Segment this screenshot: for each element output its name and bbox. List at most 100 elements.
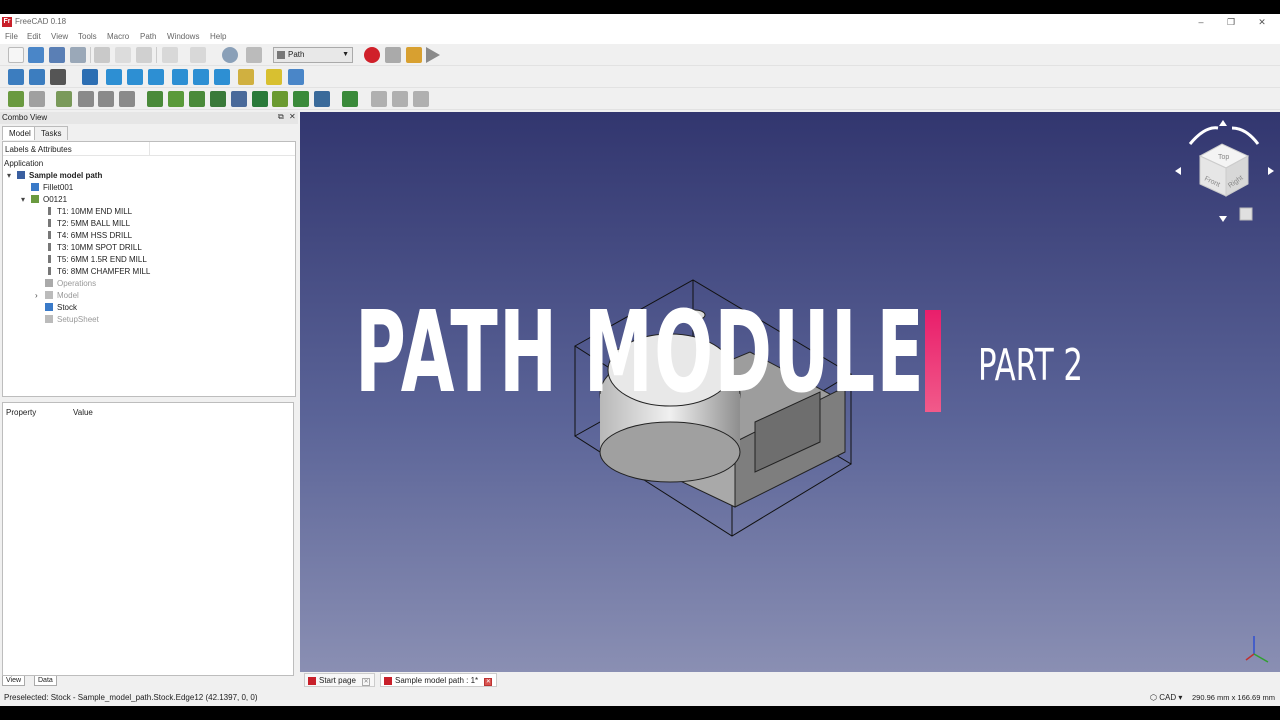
view-right-icon[interactable]: [148, 69, 164, 85]
run-macro-icon[interactable]: [426, 47, 440, 63]
menu-tools[interactable]: Tools: [78, 32, 97, 41]
view-bottom-icon[interactable]: [193, 69, 209, 85]
tree-item[interactable]: Model: [45, 290, 79, 302]
helix-icon[interactable]: [210, 91, 226, 107]
tool-icon: [48, 207, 51, 215]
combo-tabs: Model Tasks: [0, 126, 298, 140]
tree-item[interactable]: O0121: [31, 194, 67, 206]
tab-tasks[interactable]: Tasks: [34, 126, 69, 140]
close-tab-icon[interactable]: ✕: [362, 678, 371, 686]
tree-item[interactable]: T6: 8MM CHAMFER MILL: [45, 266, 150, 278]
measure-distance-icon[interactable]: [238, 69, 254, 85]
navigation-cube[interactable]: Top Front Right: [1170, 116, 1280, 226]
save-icon[interactable]: [49, 47, 65, 63]
fit-all-icon[interactable]: [8, 69, 24, 85]
navigation-style-button[interactable]: ⬡ CAD ▾: [1150, 693, 1182, 702]
tool-bit-icon[interactable]: [98, 91, 114, 107]
job-icon[interactable]: [8, 91, 24, 107]
overlay-subtitle: PART 2: [978, 340, 1084, 391]
open-icon[interactable]: [28, 47, 44, 63]
view-front-icon[interactable]: [106, 69, 122, 85]
create-group-icon[interactable]: [288, 69, 304, 85]
paste-icon[interactable]: [136, 47, 152, 63]
engrave-icon[interactable]: [252, 91, 268, 107]
edit-macro-icon[interactable]: [406, 47, 422, 63]
vcarve-icon[interactable]: [293, 91, 309, 107]
fit-selection-icon[interactable]: [29, 69, 45, 85]
menu-windows[interactable]: Windows: [167, 32, 199, 41]
custom-path-icon[interactable]: [413, 91, 429, 107]
restore-icon[interactable]: ❐: [1224, 15, 1238, 29]
view-rear-icon[interactable]: [172, 69, 188, 85]
close-tab-icon[interactable]: ✕: [484, 678, 493, 686]
tree-item[interactable]: Sample model path: [17, 170, 102, 182]
refresh-icon[interactable]: [222, 47, 238, 63]
drilling-icon[interactable]: [231, 91, 247, 107]
minimize-icon[interactable]: –: [1194, 15, 1208, 29]
path-toolbar: [0, 88, 1280, 110]
redo-icon[interactable]: [190, 47, 206, 63]
pocket-icon[interactable]: [168, 91, 184, 107]
tree-item[interactable]: T5: 6MM 1.5R END MILL: [45, 254, 147, 266]
close-icon[interactable]: ✕: [1255, 15, 1269, 29]
tree-item[interactable]: Operations: [45, 278, 96, 290]
new-document-icon[interactable]: [8, 47, 24, 63]
print-icon[interactable]: [70, 47, 86, 63]
undo-icon[interactable]: [162, 47, 178, 63]
view-top-icon[interactable]: [127, 69, 143, 85]
workbench-selector[interactable]: Path ▼: [273, 47, 353, 63]
deburr-icon[interactable]: [272, 91, 288, 107]
tree-item-label: Fillet001: [43, 183, 74, 192]
tab-data[interactable]: Data: [34, 676, 57, 686]
tab-sample-model[interactable]: Sample model path : 1* ✕: [380, 673, 498, 687]
simulator-icon[interactable]: [342, 91, 358, 107]
record-macro-icon[interactable]: [364, 47, 380, 63]
view-isometric-icon[interactable]: [82, 69, 98, 85]
model-tree: Labels & Attributes Application ▾ Sample m…: [2, 141, 296, 397]
dressup-icon[interactable]: [314, 91, 330, 107]
tool-controller-icon[interactable]: [56, 91, 72, 107]
inspect-icon[interactable]: [119, 91, 135, 107]
whats-this-icon[interactable]: [246, 47, 262, 63]
menu-view[interactable]: View: [51, 32, 68, 41]
undock-icon[interactable]: ⧉: [278, 112, 284, 122]
tree-item[interactable]: T3: 10MM SPOT DRILL: [45, 242, 142, 254]
cut-icon[interactable]: [94, 47, 110, 63]
menu-macro[interactable]: Macro: [107, 32, 129, 41]
tab-model[interactable]: Model: [2, 126, 38, 140]
freecad-logo-icon: Fr: [2, 17, 12, 27]
view-left-icon[interactable]: [214, 69, 230, 85]
copy-operation-icon[interactable]: [371, 91, 387, 107]
array-icon[interactable]: [392, 91, 408, 107]
face-icon[interactable]: [189, 91, 205, 107]
tree-item[interactable]: T2: 5MM BALL MILL: [45, 218, 130, 230]
tree-expander-icon[interactable]: ▾: [7, 171, 11, 180]
tree-item[interactable]: Stock: [45, 302, 77, 314]
tab-view[interactable]: View: [2, 676, 26, 686]
tree-item[interactable]: SetupSheet: [45, 314, 99, 326]
menu-file[interactable]: File: [5, 32, 18, 41]
post-process-icon[interactable]: [29, 91, 45, 107]
folder-icon: [45, 291, 53, 299]
stop-macro-icon[interactable]: [385, 47, 401, 63]
tree-expander-icon[interactable]: ›: [35, 291, 38, 300]
menu-help[interactable]: Help: [210, 32, 226, 41]
menu-edit[interactable]: Edit: [27, 32, 41, 41]
tree-item-label: Sample model path: [29, 171, 103, 180]
tool-library-icon[interactable]: [78, 91, 94, 107]
tree-item[interactable]: T1: 10MM END MILL: [45, 206, 132, 218]
create-part-icon[interactable]: [266, 69, 282, 85]
copy-icon[interactable]: [115, 47, 131, 63]
freecad-window: Fr FreeCAD 0.18 – ❐ ✕ File Edit View Too…: [0, 14, 1280, 706]
tree-expander-icon[interactable]: ▾: [21, 195, 25, 204]
accent-bar: [925, 310, 941, 412]
profile-icon[interactable]: [147, 91, 163, 107]
tree-item-label: T4: 6MM HSS DRILL: [57, 231, 133, 240]
draw-style-icon[interactable]: [50, 69, 66, 85]
menu-path[interactable]: Path: [140, 32, 156, 41]
tab-start-page[interactable]: Start page ✕: [304, 673, 376, 687]
close-panel-icon[interactable]: ✕: [289, 112, 296, 121]
3d-viewport[interactable]: PATH MODULE PART 2 Top Front Right: [300, 112, 1280, 672]
tree-item[interactable]: T4: 6MM HSS DRILL: [45, 230, 132, 242]
tree-item[interactable]: Fillet001: [31, 182, 73, 194]
